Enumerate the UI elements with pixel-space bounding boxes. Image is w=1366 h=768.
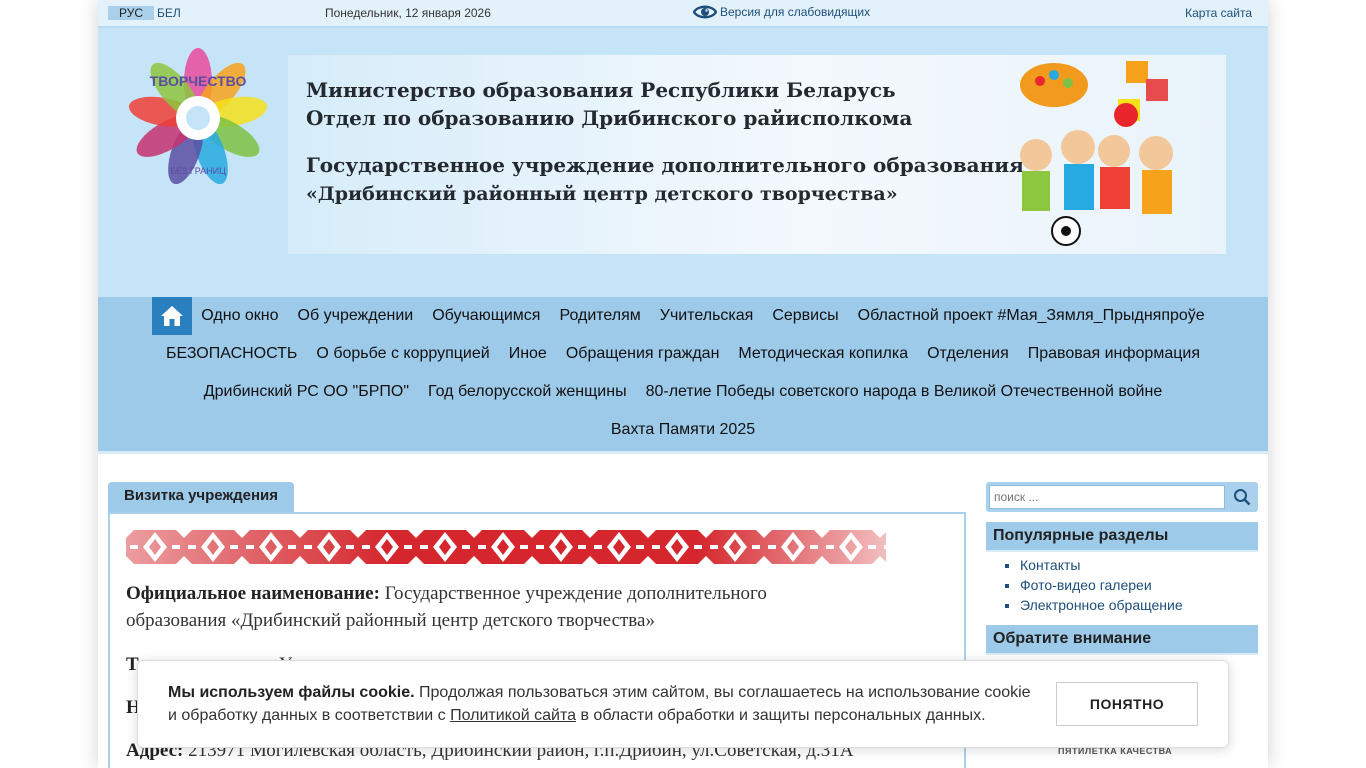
site-logo[interactable]: ТВОРЧЕСТВО БЕЗ ГРАНИЦ: [126, 46, 270, 190]
site-header: ТВОРЧЕСТВО БЕЗ ГРАНИЦ Министерство образ…: [98, 28, 1268, 297]
popular-item-contacts[interactable]: Контакты: [1020, 555, 1183, 575]
official-name-label: Официальное наименование:: [126, 583, 380, 604]
attention-heading: Обратите внимание: [986, 625, 1258, 655]
nav-services[interactable]: Сервисы: [763, 307, 848, 325]
nav-brpo[interactable]: Дрибинский РС ОО "БРПО": [194, 383, 418, 401]
low-vision-label: Версия для слабовидящих: [720, 5, 871, 19]
nav-one-window[interactable]: Одно окно: [192, 307, 288, 325]
popular-item-e-appeal[interactable]: Электронное обращение: [1020, 595, 1183, 615]
lang-be-button[interactable]: БЕЛ: [157, 6, 181, 20]
nav-victory-80[interactable]: 80-летие Победы советского народа в Вели…: [636, 383, 1172, 401]
nav-students[interactable]: Обучающимся: [423, 307, 550, 325]
nav-year-of-women[interactable]: Год белорусской женщины: [419, 383, 637, 401]
nav-legal-info[interactable]: Правовая информация: [1018, 345, 1209, 363]
current-date: Понедельник, 12 января 2026: [325, 6, 491, 20]
nav-other[interactable]: Иное: [499, 345, 556, 363]
page-container: РУС БЕЛ Понедельник, 12 января 2026 Верс…: [98, 0, 1268, 768]
content-tab-title: Визитка учреждения: [108, 482, 294, 512]
belarusian-ornament: [126, 530, 886, 564]
official-name-paragraph: Официальное наименование: Государственно…: [126, 580, 826, 634]
header-banner: Министерство образования Республики Бела…: [288, 55, 1226, 254]
search-input[interactable]: [989, 485, 1225, 509]
logo-text: ТВОРЧЕСТВО: [150, 73, 247, 89]
cookie-accept-button[interactable]: ПОНЯТНО: [1056, 682, 1198, 726]
nav-regional-project[interactable]: Областной проект #Мая_Зямля_Прыдняпроўе: [848, 307, 1214, 325]
search-button[interactable]: [1230, 485, 1254, 509]
nav-row-2: БЕЗОПАСНОСТЬ О борьбе с коррупцией Иное …: [98, 335, 1268, 373]
lang-ru-button[interactable]: РУС: [108, 6, 154, 20]
nav-parents[interactable]: Родителям: [550, 307, 650, 325]
nav-appeals[interactable]: Обращения граждан: [556, 345, 729, 363]
popular-sections-heading: Популярные разделы: [986, 522, 1258, 552]
top-bar: РУС БЕЛ Понедельник, 12 января 2026 Верс…: [98, 0, 1268, 28]
nav-safety[interactable]: БЕЗОПАСНОСТЬ: [157, 345, 307, 363]
main-navigation: Одно окно Об учреждении Обучающимся Роди…: [98, 297, 1268, 454]
home-button[interactable]: [151, 297, 192, 335]
kids-illustration: [1020, 61, 1173, 246]
banner-institution-name: «Дрибинский районный центр детского твор…: [306, 183, 898, 205]
search-icon: [1234, 489, 1251, 506]
nav-methodical[interactable]: Методическая копилка: [729, 345, 918, 363]
banner-institution-type: Государственное учреждение дополнительно…: [306, 153, 1024, 177]
low-vision-link[interactable]: Версия для слабовидящих: [693, 3, 870, 21]
eye-icon: [693, 5, 717, 19]
nav-about[interactable]: Об учреждении: [288, 307, 423, 325]
banner-ministry: Министерство образования Республики Бела…: [306, 78, 896, 102]
sitemap-link[interactable]: Карта сайта: [1185, 6, 1252, 20]
nav-anticorruption[interactable]: О борьбе с коррупцией: [307, 345, 499, 363]
nav-row-3: Дрибинский РС ОО "БРПО" Год белорусской …: [98, 373, 1268, 411]
nav-row-4: Вахта Памяти 2025: [98, 411, 1268, 449]
cookie-policy-link[interactable]: Политикой сайта: [450, 707, 576, 724]
nav-row-1: Одно окно Об учреждении Обучающимся Роди…: [98, 297, 1268, 335]
popular-sections-list: Контакты Фото-видео галереи Электронное …: [1002, 555, 1183, 615]
cookie-message: Мы используем файлы cookie. Продолжая по…: [168, 681, 1038, 727]
search-box: [986, 482, 1258, 512]
logo-subtext: БЕЗ ГРАНИЦ: [170, 166, 226, 176]
nav-teachers[interactable]: Учительская: [650, 307, 763, 325]
cookie-title: Мы используем файлы cookie.: [168, 684, 415, 701]
nav-departments[interactable]: Отделения: [918, 345, 1019, 363]
nav-memory-watch[interactable]: Вахта Памяти 2025: [601, 421, 764, 439]
cookie-text-2: в области обработки и защиты персональны…: [576, 707, 986, 724]
popular-item-galleries[interactable]: Фото-видео галереи: [1020, 575, 1183, 595]
banner-department: Отдел по образованию Дрибинского райиспо…: [306, 106, 913, 130]
home-icon: [160, 306, 183, 326]
cookie-banner: Мы используем файлы cookie. Продолжая по…: [137, 660, 1229, 748]
